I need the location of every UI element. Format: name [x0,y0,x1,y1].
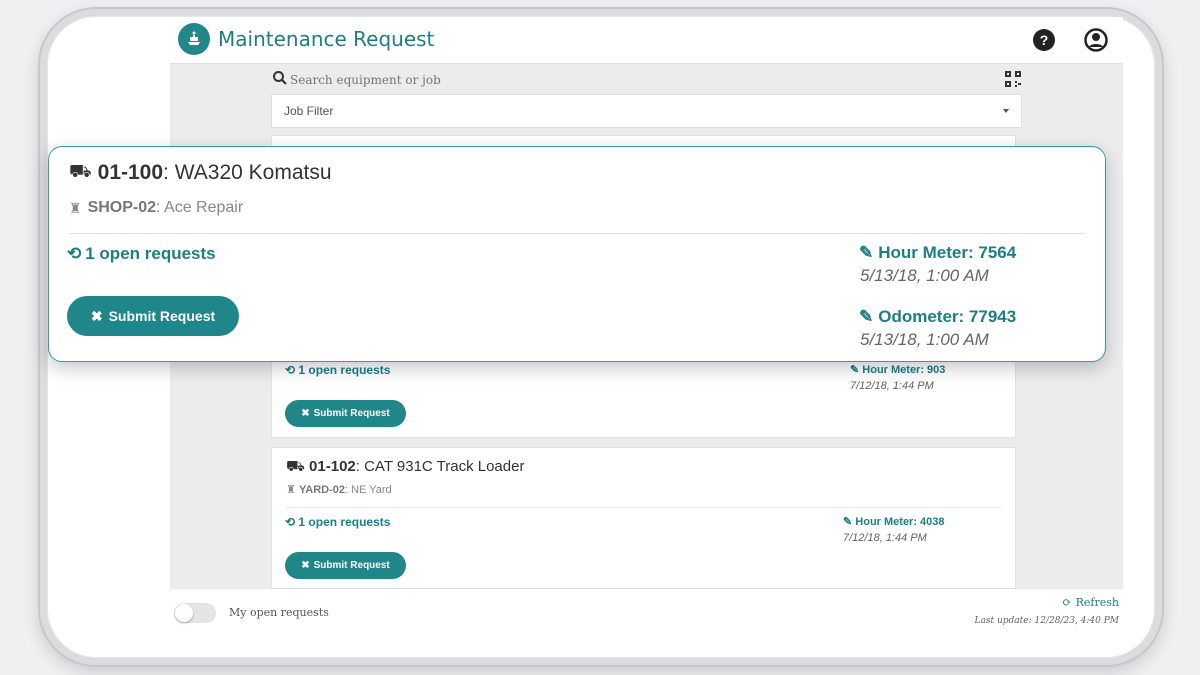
submit-request-label: Submit Request [313,560,390,571]
tools-icon: ✖ [301,560,310,571]
app-logo-icon [178,23,210,55]
submit-request-label: Submit Request [313,408,390,419]
open-requests-link[interactable]: ⟲ 1 open requests [67,244,216,264]
qr-code-icon[interactable] [1004,70,1022,93]
odometer-date: 5/13/18, 1:00 AM [860,330,989,349]
help-circle-icon[interactable]: ? [1031,27,1057,53]
odometer-label: Odometer: 77943 [878,307,1017,326]
search-input[interactable] [290,70,890,90]
user-circle-icon[interactable] [1083,27,1109,53]
pencil-icon: ✎ [859,243,874,262]
location-icon: ♜ [286,484,296,496]
my-open-requests-toggle[interactable] [174,603,216,623]
equipment-card: ⛟ 01-102: CAT 931C Track Loader ♜ YARD-0… [271,447,1016,589]
submit-request-button[interactable]: ✖ Submit Request [285,400,406,427]
open-requests-label: 1 open requests [298,515,391,529]
divider [286,507,1001,508]
hour-meter-link[interactable]: ✎ Hour Meter: 7564 [859,243,1016,263]
refresh-button[interactable]: ⟳ Refresh [1062,596,1119,609]
tools-icon: ✖ [301,408,310,419]
submit-request-label: Submit Request [108,308,216,324]
location-icon: ♜ [69,199,82,216]
search-icon [272,70,288,91]
open-requests-link[interactable]: ⟲ 1 open requests [285,515,390,529]
submit-request-button[interactable]: ✖ Submit Request [285,552,406,579]
divider [69,233,1085,234]
footer-bar: My open requests ⟳ Refresh Last update: … [170,589,1123,647]
app-header: Maintenance Request ? [170,17,1123,64]
history-icon: ⟲ [285,515,296,529]
job-filter-label: Job Filter [284,104,334,118]
last-update-text: Last update: 12/28/23, 4:40 PM [974,616,1119,626]
hour-meter-link[interactable]: ✎ Hour Meter: 903 [850,363,945,376]
toggle-knob [175,604,193,622]
hour-meter-label: Hour Meter: 4038 [855,516,945,528]
pencil-icon: ✎ [859,307,874,326]
pencil-icon: ✎ [843,516,853,528]
loader-icon: ⛟ [286,458,305,475]
equipment-title: ⛟ 01-102: CAT 931C Track Loader [286,458,524,477]
equipment-location: ♜ SHOP-02: Ace Repair [69,199,243,217]
history-icon: ⟲ [67,244,82,263]
hour-meter-date: 7/12/18, 1:44 PM [843,532,927,544]
odometer-link[interactable]: ✎ Odometer: 77943 [859,307,1016,327]
equipment-name: : CAT 931C Track Loader [355,458,525,475]
tools-icon: ✖ [90,307,103,324]
location-name: : Ace Repair [156,199,244,216]
svg-text:?: ? [1040,32,1049,48]
history-icon: ⟲ [285,363,296,377]
open-requests-link[interactable]: ⟲ 1 open requests [285,363,390,377]
equipment-code: 01-100 [97,161,164,184]
refresh-icon: ⟳ [1062,596,1072,609]
hour-meter-link[interactable]: ✎ Hour Meter: 4038 [843,515,945,528]
job-filter-select[interactable]: Job Filter [271,94,1022,128]
refresh-label: Refresh [1075,596,1119,609]
chevron-down-icon [1003,109,1009,113]
equipment-title: ⛟ 01-100: WA320 Komatsu [69,161,332,185]
hour-meter-date: 5/13/18, 1:00 AM [860,266,989,285]
toggle-label: My open requests [229,606,329,619]
hour-meter-date: 7/12/18, 1:44 PM [850,380,934,392]
search-bar [270,69,1022,93]
location-code: SHOP-02 [87,199,157,216]
loader-icon: ⛟ [69,161,92,181]
app-title: Maintenance Request [218,27,435,51]
hour-meter-label: Hour Meter: 7564 [878,243,1017,262]
equipment-name: : WA320 Komatsu [163,161,332,184]
zoomed-equipment-card: ⛟ 01-100: WA320 Komatsu ♜ SHOP-02: Ace R… [48,146,1106,362]
location-code: YARD-02 [298,484,345,496]
open-requests-label: 1 open requests [298,363,391,377]
pencil-icon: ✎ [850,364,860,376]
open-requests-label: 1 open requests [85,244,216,263]
hour-meter-label: Hour Meter: 903 [862,364,946,376]
location-name: : NE Yard [345,484,392,496]
equipment-code: 01-102 [309,458,356,475]
submit-request-button[interactable]: ✖ Submit Request [67,296,239,336]
equipment-location: ♜ YARD-02: NE Yard [286,483,392,496]
